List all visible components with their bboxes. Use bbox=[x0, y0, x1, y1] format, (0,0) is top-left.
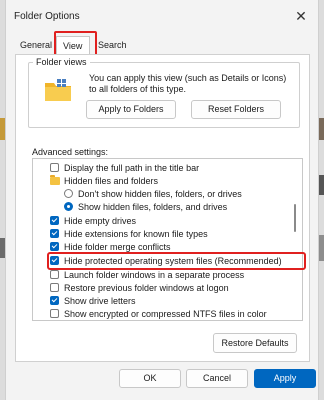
close-icon[interactable]: ✕ bbox=[292, 7, 310, 25]
scrollbar-thumb[interactable] bbox=[294, 204, 296, 232]
checkbox[interactable] bbox=[50, 283, 59, 292]
list-item-label: Display the full path in the title bar bbox=[64, 163, 200, 173]
list-item-label: Hide folder merge conflicts bbox=[64, 242, 171, 252]
list-item-label: Show drive letters bbox=[64, 296, 136, 306]
checkbox[interactable] bbox=[50, 216, 59, 225]
list-item-label: Hide protected operating system files (R… bbox=[64, 256, 282, 266]
desktop-thumbnail bbox=[319, 235, 324, 261]
checkbox[interactable] bbox=[50, 163, 59, 172]
tab-search[interactable]: Search bbox=[94, 36, 131, 54]
list-item-label: Hide extensions for known file types bbox=[64, 229, 208, 239]
advanced-settings-list[interactable]: Display the full path in the title bar H… bbox=[32, 158, 303, 321]
window-title: Folder Options bbox=[14, 11, 80, 22]
list-item-label: Don't show hidden files, folders, or dri… bbox=[78, 189, 242, 199]
advanced-settings-label: Advanced settings: bbox=[32, 147, 109, 157]
folder-icon bbox=[45, 79, 71, 101]
checkbox[interactable] bbox=[50, 256, 59, 265]
checkbox[interactable] bbox=[50, 296, 59, 305]
list-item-label: Launch folder windows in a separate proc… bbox=[64, 270, 245, 280]
checkbox[interactable] bbox=[50, 309, 59, 318]
checkbox[interactable] bbox=[50, 229, 59, 238]
title-bar[interactable]: Folder Options ✕ bbox=[6, 0, 318, 34]
desktop-thumbnail bbox=[319, 118, 324, 140]
desktop-background-right bbox=[319, 0, 324, 400]
tab-general[interactable]: General bbox=[16, 36, 56, 54]
list-item-label: Show hidden files, folders, and drives bbox=[78, 202, 228, 212]
list-item-label: Hidden files and folders bbox=[64, 176, 159, 186]
list-item-label: Show encrypted or compressed NTFS files … bbox=[64, 309, 267, 319]
checkbox[interactable] bbox=[50, 242, 59, 251]
desktop-thumbnail bbox=[319, 175, 324, 195]
radio-button[interactable] bbox=[64, 202, 73, 211]
tab-view[interactable]: View bbox=[56, 36, 90, 54]
list-item-label: Hide empty drives bbox=[64, 216, 137, 226]
apply-to-folders-button[interactable]: Apply to Folders bbox=[86, 100, 176, 119]
list-item-label: Restore previous folder windows at logon bbox=[64, 283, 229, 293]
reset-folders-button[interactable]: Reset Folders bbox=[191, 100, 281, 119]
radio-button[interactable] bbox=[64, 189, 73, 198]
folder-options-dialog: Folder Options ✕ General View Search Fol… bbox=[5, 0, 319, 400]
checkbox[interactable] bbox=[50, 270, 59, 279]
folder-views-label: Folder views bbox=[33, 57, 90, 67]
ok-button[interactable]: OK bbox=[119, 369, 181, 388]
folder-icon bbox=[50, 175, 60, 185]
restore-defaults-button[interactable]: Restore Defaults bbox=[213, 333, 297, 353]
cancel-button[interactable]: Cancel bbox=[186, 369, 248, 388]
apply-button[interactable]: Apply bbox=[254, 369, 316, 388]
folder-views-description: You can apply this view (such as Details… bbox=[89, 73, 287, 94]
